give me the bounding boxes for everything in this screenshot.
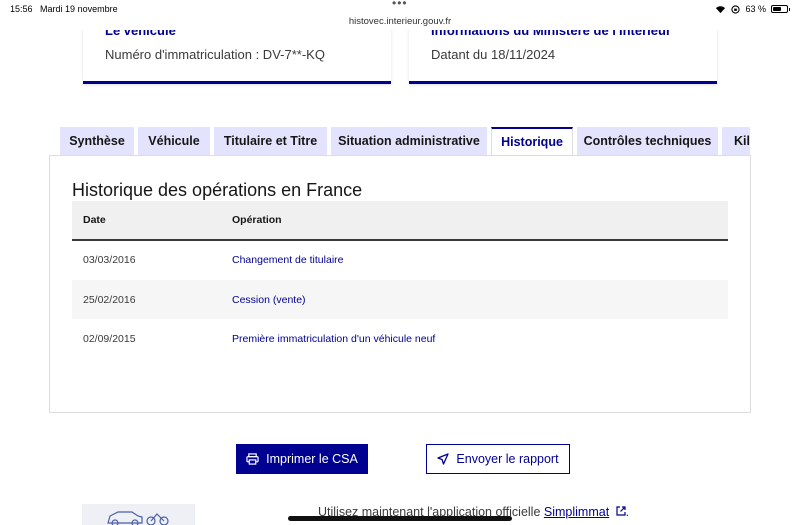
table-row: 02/09/2015 Première immatriculation d'un… (72, 319, 728, 360)
tab-situation[interactable]: Situation administrative (331, 127, 487, 156)
home-indicator[interactable] (288, 516, 512, 521)
tab-synthese[interactable]: Synthèse (60, 127, 134, 156)
more-dots-icon[interactable]: ••• (392, 0, 408, 10)
tab-vehicule[interactable]: Véhicule (138, 127, 210, 156)
history-title: Historique des opérations en France (72, 180, 363, 200)
tab-list: Synthèse Véhicule Titulaire et Titre Sit… (60, 127, 750, 156)
printer-icon (246, 453, 259, 465)
vehicle-illustration (82, 504, 195, 525)
battery-icon (771, 5, 790, 13)
send-report-button[interactable]: Envoyer le rapport (426, 444, 570, 474)
table-row: 25/02/2016 Cession (vente) (72, 279, 728, 320)
column-header-operation: Opération (232, 201, 728, 241)
print-csa-label: Imprimer le CSA (266, 452, 358, 466)
tab-titulaire[interactable]: Titulaire et Titre (214, 127, 327, 156)
wifi-icon (716, 5, 726, 13)
external-link-icon (616, 506, 626, 516)
history-table: Date Opération 03/03/2016 Changement de … (72, 201, 728, 360)
data-date: Datant du 18/11/2024 (431, 47, 556, 62)
send-report-label: Envoyer le rapport (456, 452, 559, 466)
tab-kilometrage[interactable]: Kilométrage (722, 127, 750, 156)
table-header-row: Date Opération (72, 201, 728, 241)
table-row: 03/03/2016 Changement de titulaire (72, 240, 728, 280)
row-date: 02/09/2015 (72, 319, 232, 360)
car-icon (107, 511, 169, 525)
column-header-date: Date (72, 201, 232, 241)
row-date: 03/03/2016 (72, 240, 232, 280)
row-operation: Changement de titulaire (232, 240, 728, 280)
row-date: 25/02/2016 (72, 279, 232, 320)
status-bar: 15:56 Mardi 19 novembre ••• histovec.int… (0, 0, 800, 30)
registration-number: Numéro d'immatriculation : DV-7**-KQ (105, 47, 325, 62)
row-operation: Cession (vente) (232, 279, 728, 320)
simplimmat-link[interactable]: Simplimmat (544, 505, 609, 519)
status-time: 15:56 Mardi 19 novembre (10, 4, 118, 14)
address-bar[interactable]: histovec.interieur.gouv.fr (0, 16, 800, 27)
row-operation: Première immatriculation d'un véhicule n… (232, 319, 728, 360)
print-csa-button[interactable]: Imprimer le CSA (236, 444, 368, 474)
orientation-lock-icon (731, 4, 741, 14)
tab-historique[interactable]: Historique (491, 127, 573, 156)
status-indicators: 63 % (715, 4, 790, 14)
tab-controles[interactable]: Contrôles techniques (577, 127, 718, 156)
battery-percent: 63 % (745, 4, 766, 14)
send-icon (437, 453, 450, 465)
